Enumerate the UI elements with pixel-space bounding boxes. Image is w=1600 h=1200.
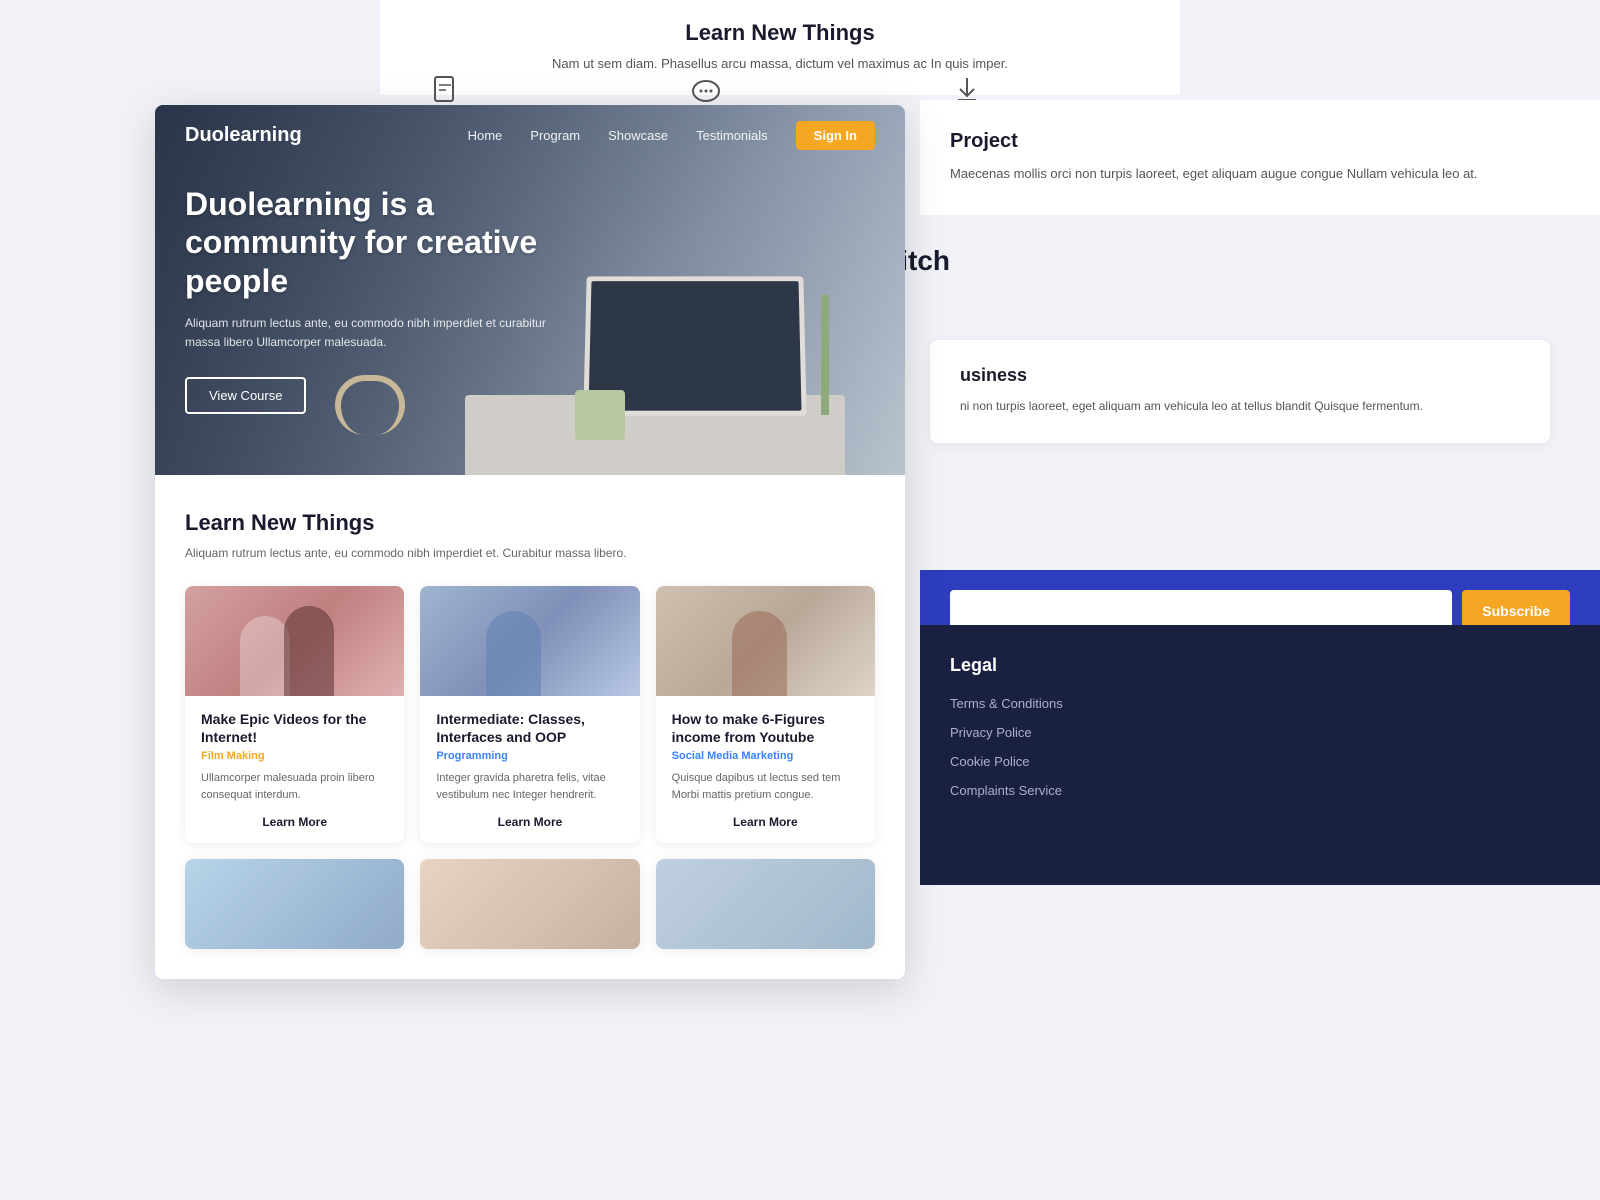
nav-showcase[interactable]: Showcase: [608, 128, 668, 143]
cards-grid: Make Epic Videos for the Internet! Film …: [185, 586, 875, 843]
course-card-5: [420, 859, 639, 949]
hero-subtitle: Aliquam rutrum lectus ante, eu commodo n…: [185, 314, 565, 352]
card-body-3: How to make 6-Figures income from Youtub…: [656, 696, 875, 843]
hero-content: Duolearning is a community for creative …: [185, 185, 565, 414]
card-image-6: [656, 859, 875, 949]
card-desc-2: Integer gravida pharetra felis, vitae ve…: [436, 770, 623, 803]
bg-business-title: usiness: [960, 365, 1520, 386]
footer-links: Terms & Conditions Privacy Police Cookie…: [950, 696, 1570, 798]
signin-button[interactable]: Sign In: [796, 121, 875, 150]
card-learn-more-3[interactable]: Learn More: [672, 815, 859, 829]
course-card-2: Intermediate: Classes, Interfaces and OO…: [420, 586, 639, 843]
cards-grid-bottom: [185, 859, 875, 949]
card-learn-more-1[interactable]: Learn More: [201, 815, 388, 829]
nav-brand: Duolearning: [185, 124, 302, 147]
nav-home[interactable]: Home: [468, 128, 503, 143]
hero-plant-pot: [575, 390, 625, 440]
course-card-6: [656, 859, 875, 949]
bg-project-text: Maecenas mollis orci non turpis laoreet,…: [950, 163, 1570, 185]
card-category-3: Social Media Marketing: [672, 750, 859, 762]
bg-project-title: Project: [950, 130, 1570, 153]
card-image-2: [420, 586, 639, 696]
footer-link-cookie[interactable]: Cookie Police: [950, 754, 1570, 769]
course-card-3: How to make 6-Figures income from Youtub…: [656, 586, 875, 843]
course-card-1: Make Epic Videos for the Internet! Film …: [185, 586, 404, 843]
bg-right-project: Project Maecenas mollis orci non turpis …: [920, 100, 1600, 215]
nav-testimonials[interactable]: Testimonials: [696, 128, 768, 143]
footer-link-complaints[interactable]: Complaints Service: [950, 783, 1570, 798]
card-learn-more-2[interactable]: Learn More: [436, 815, 623, 829]
card-image-1: [185, 586, 404, 696]
bg-business-card: usiness ni non turpis laoreet, eget aliq…: [930, 340, 1550, 443]
card-category-2: Programming: [436, 750, 623, 762]
card-body-2: Intermediate: Classes, Interfaces and OO…: [420, 696, 639, 843]
nav-links: Home Program Showcase Testimonials Sign …: [468, 121, 875, 150]
card-title-3: How to make 6-Figures income from Youtub…: [672, 710, 859, 746]
hero-title: Duolearning is a community for creative …: [185, 185, 565, 300]
card-title-1: Make Epic Videos for the Internet!: [201, 710, 388, 746]
view-course-button[interactable]: View Course: [185, 377, 306, 414]
hero-section: Duolearning Home Program Showcase Testim…: [155, 105, 905, 475]
file-icon: [430, 75, 460, 105]
card-desc-3: Quisque dapibus ut lectus sed tem Morbi …: [672, 770, 859, 803]
bg-top-subtitle: Nam ut sem diam. Phasellus arcu massa, d…: [400, 54, 1160, 75]
card-desc-1: Ullamcorper malesuada proin libero conse…: [201, 770, 388, 803]
navbar: Duolearning Home Program Showcase Testim…: [155, 105, 905, 165]
card-image-5: [420, 859, 639, 949]
bg-business-text: ni non turpis laoreet, eget aliquam am v…: [960, 396, 1520, 418]
course-card-4: [185, 859, 404, 949]
learn-section: Learn New Things Aliquam rutrum lectus a…: [155, 475, 905, 979]
main-site: Duolearning Home Program Showcase Testim…: [155, 105, 905, 979]
bg-twitch-logo: itch: [900, 245, 950, 277]
card-image-3: [656, 586, 875, 696]
footer-link-privacy[interactable]: Privacy Police: [950, 725, 1570, 740]
plant-stem: [821, 295, 829, 415]
learn-title: Learn New Things: [185, 510, 875, 536]
nav-program[interactable]: Program: [530, 128, 580, 143]
card-body-1: Make Epic Videos for the Internet! Film …: [185, 696, 404, 843]
learn-subtitle: Aliquam rutrum lectus ante, eu commodo n…: [185, 544, 875, 562]
footer-link-terms[interactable]: Terms & Conditions: [950, 696, 1570, 711]
bg-top-title: Learn New Things: [400, 20, 1160, 46]
bg-footer: Legal Terms & Conditions Privacy Police …: [920, 625, 1600, 885]
card-image-4: [185, 859, 404, 949]
chat-icon: [690, 75, 722, 107]
footer-title: Legal: [950, 655, 1570, 676]
card-title-2: Intermediate: Classes, Interfaces and OO…: [436, 710, 623, 746]
hero-plants: [765, 215, 885, 415]
card-category-1: Film Making: [201, 750, 388, 762]
